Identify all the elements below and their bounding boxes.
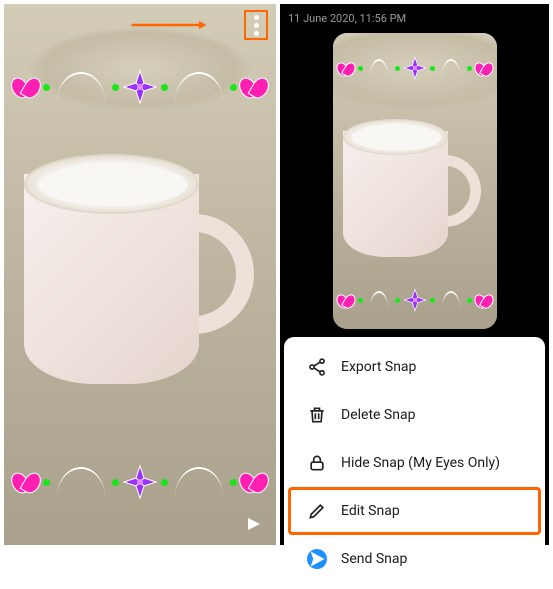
snap-options-screen: 11 June 2020, 11:56 PM	[280, 4, 549, 545]
menu-item-label: Hide Snap (My Eyes Only)	[341, 455, 500, 471]
send-icon	[307, 549, 327, 569]
dot-icon	[230, 84, 237, 91]
next-arrow-icon[interactable]	[246, 516, 262, 537]
menu-item-edit-snap[interactable]: Edit Snap	[288, 487, 541, 535]
menu-item-delete-snap[interactable]: Delete Snap	[288, 391, 541, 439]
photo-subject-mug	[14, 154, 264, 414]
menu-item-label: Send Snap	[341, 551, 407, 567]
lotus-icon	[12, 75, 40, 99]
menu-item-label: Export Snap	[341, 359, 416, 375]
annotation-arrow	[94, 20, 244, 30]
snap-thumbnail[interactable]	[333, 33, 497, 329]
menu-item-label: Edit Snap	[341, 503, 400, 519]
lotus-icon	[240, 470, 268, 494]
menu-item-send-snap[interactable]: Send Snap	[288, 535, 541, 583]
filter-border-bottom	[4, 447, 276, 517]
star-flower-icon	[122, 69, 158, 105]
lotus-icon	[12, 470, 40, 494]
star-flower-icon	[122, 464, 158, 500]
dot-icon	[230, 479, 237, 486]
snap-timestamp: 11 June 2020, 11:56 PM	[280, 4, 549, 29]
filter-border-top	[4, 52, 276, 122]
trash-icon	[307, 405, 327, 425]
dot-icon	[43, 84, 50, 91]
share-icon	[307, 357, 327, 377]
dot-icon	[161, 479, 168, 486]
menu-item-export-snap[interactable]: Export Snap	[288, 343, 541, 391]
dot-icon	[161, 84, 168, 91]
dot-icon	[112, 479, 119, 486]
menu-item-label: Delete Snap	[341, 407, 415, 423]
snap-preview-screen	[4, 4, 276, 545]
dot-icon	[112, 84, 119, 91]
pencil-icon	[307, 501, 327, 521]
more-options-button[interactable]	[244, 10, 268, 40]
menu-item-hide-snap[interactable]: Hide Snap (My Eyes Only)	[288, 439, 541, 487]
snap-options-menu: Export Snap Delete Snap Hide Snap (My Ey…	[284, 337, 545, 589]
lock-icon	[307, 453, 327, 473]
lotus-icon	[240, 75, 268, 99]
snap-thumbnail-area	[280, 29, 549, 337]
dot-icon	[43, 479, 50, 486]
